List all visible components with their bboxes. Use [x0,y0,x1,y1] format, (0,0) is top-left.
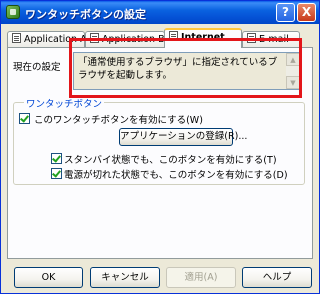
highlight-frame [69,38,302,98]
dialog-window: ワンタッチボタンの設定 ? X Application A Applicatio… [0,0,320,294]
power-off-checkbox-label[interactable]: 電源が切れた状態でも、このボタンを有効にする(D) [64,167,288,181]
register-application-button[interactable]: アプリケーションの登録(R)... [119,128,247,146]
window-title: ワンタッチボタンの設定 [25,8,146,21]
app-icon [6,5,20,19]
check-mark-icon [52,153,61,163]
check-mark-icon [20,113,29,123]
cancel-button[interactable]: キャンセル [90,267,160,288]
standby-checkbox-label[interactable]: スタンバイ状態でも、このボタンを有効にする(T) [64,152,277,166]
check-mark-icon [52,168,61,178]
standby-checkbox[interactable] [51,153,62,164]
current-setting-label: 現在の設定 [13,62,61,73]
apply-button[interactable]: 適用(A) [166,267,236,288]
help-button[interactable]: ヘルプ [242,267,312,288]
enable-checkbox[interactable] [19,113,30,124]
title-close-button[interactable]: X [297,3,316,22]
enable-checkbox-label[interactable]: このワンタッチボタンを有効にする(W) [34,112,203,126]
title-help-button[interactable]: ? [276,3,295,22]
power-off-checkbox[interactable] [51,168,62,179]
title-bar[interactable]: ワンタッチボタンの設定 ? X [1,1,319,24]
page-icon [12,33,21,43]
ok-button[interactable]: OK [14,267,83,288]
group-legend: ワンタッチボタン [24,96,105,110]
